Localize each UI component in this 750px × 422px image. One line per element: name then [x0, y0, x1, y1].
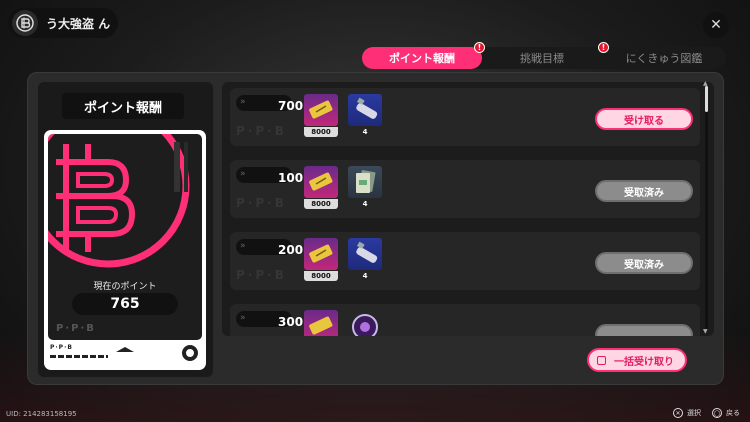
- item-quantity: 8000: [304, 271, 338, 281]
- required-points-value: 100: [278, 171, 304, 185]
- claim-all-label: 一括受け取り: [614, 356, 674, 368]
- ring-icon: [182, 345, 198, 361]
- tab-label: にくきゅう図鑑: [625, 52, 703, 65]
- item-quantity: 4: [362, 128, 368, 136]
- claimed-button[interactable]: 受取済み: [595, 252, 693, 274]
- uid-text: UID: 214283158195: [6, 410, 77, 418]
- points-reward-heading: ポイント報酬: [62, 93, 184, 119]
- orb-icon: [348, 310, 382, 336]
- ticket-icon: [304, 94, 338, 126]
- event-title-bar: う大強盗 ん: [8, 8, 118, 38]
- card-watermark: P·P·B: [56, 323, 96, 334]
- reward-item-card-pack[interactable]: 4: [348, 166, 382, 208]
- tube-icon: [348, 238, 382, 270]
- reward-list[interactable]: P·P·B » 700 8000 4 受け取る P·P·B » 100 8000…: [222, 82, 714, 336]
- claimed-button[interactable]: [595, 324, 693, 336]
- reward-row: P·P·B » 700 8000 4 受け取る: [230, 88, 700, 146]
- tube-icon: [348, 94, 382, 126]
- tab-paw-encyclopedia[interactable]: にくきゅう図鑑 !: [598, 42, 726, 69]
- reward-item-ticket[interactable]: 8000: [304, 94, 338, 137]
- scrollbar[interactable]: [705, 86, 708, 330]
- back-label: 戻る: [726, 409, 740, 417]
- back-hint[interactable]: ◯ 戻る: [712, 408, 740, 418]
- current-points-label: 現在のポイント: [93, 282, 157, 292]
- event-title: う大強盗 ん: [46, 16, 111, 31]
- claim-all-button[interactable]: 一括受け取り: [587, 348, 687, 372]
- required-points-value: 200: [278, 243, 304, 257]
- current-points-value: 765: [72, 293, 178, 315]
- tab-point-rewards[interactable]: ポイント報酬 !: [362, 42, 485, 69]
- row-watermark: P·P·B: [236, 268, 287, 282]
- ticket-icon: [304, 310, 338, 336]
- barcode-decoration: [50, 355, 108, 358]
- reward-item-ticket[interactable]: 8000: [304, 166, 338, 209]
- close-icon: ✕: [710, 17, 722, 33]
- reward-row: P·P·B » 200 8000 4 受取済み: [230, 232, 700, 290]
- reward-row: P·P·B » 100 8000 4 受取済み: [230, 160, 700, 218]
- card-footer: P·P·B: [50, 343, 200, 365]
- required-points: » 300: [236, 311, 303, 329]
- reward-item-tube[interactable]: 4: [348, 238, 382, 280]
- required-points: » 700: [236, 95, 303, 113]
- reward-row: » 300: [230, 304, 700, 336]
- gift-box-icon: [597, 356, 606, 365]
- item-quantity: 4: [362, 272, 368, 280]
- card-pack-icon: [348, 166, 382, 198]
- select-hint[interactable]: ✕ 選択: [673, 408, 701, 418]
- ticket-icon: [304, 238, 338, 270]
- required-points-value: 300: [278, 315, 304, 329]
- tab-challenge-goals[interactable]: 挑戦目標: [482, 47, 602, 69]
- select-label: 選択: [687, 409, 701, 417]
- card-art: 現在のポイント 765 P·P·B: [48, 134, 202, 340]
- required-points: » 100: [236, 167, 303, 185]
- required-points-value: 700: [278, 99, 304, 113]
- chevrons-icon: »: [240, 241, 246, 251]
- tab-label: ポイント報酬: [389, 52, 455, 65]
- required-points: » 200: [236, 239, 303, 257]
- chevrons-icon: »: [240, 97, 246, 107]
- item-quantity: 8000: [304, 127, 338, 137]
- points-card: 現在のポイント 765 P·P·B P·P·B: [44, 130, 206, 370]
- notification-badge: !: [598, 42, 609, 53]
- chevrons-icon: »: [240, 313, 246, 323]
- reward-item-tube[interactable]: 4: [348, 94, 382, 136]
- close-button[interactable]: ✕: [703, 12, 729, 38]
- row-watermark: P·P·B: [236, 196, 287, 210]
- reward-item-ticket[interactable]: 8000: [304, 238, 338, 281]
- ppb-logo-icon: [12, 10, 38, 36]
- scroll-down-icon[interactable]: ▼: [703, 328, 708, 335]
- circle-button-icon: ◯: [712, 408, 722, 418]
- triangle-icon: [116, 347, 134, 352]
- reward-item-ticket[interactable]: [304, 310, 338, 336]
- tab-label: 挑戦目標: [520, 52, 564, 65]
- item-quantity: 4: [362, 200, 368, 208]
- scrollbar-thumb[interactable]: [705, 86, 708, 112]
- cross-button-icon: ✕: [673, 408, 683, 418]
- ticket-icon: [304, 166, 338, 198]
- chevrons-icon: »: [240, 169, 246, 179]
- reward-item-orb[interactable]: [348, 310, 382, 336]
- claim-button[interactable]: 受け取る: [595, 108, 693, 130]
- tab-bar: ポイント報酬 ! 挑戦目標 にくきゅう図鑑 !: [362, 42, 726, 69]
- card-footer-text: P·P·B: [50, 344, 73, 351]
- row-watermark: P·P·B: [236, 124, 287, 138]
- claimed-button[interactable]: 受取済み: [595, 180, 693, 202]
- item-quantity: 8000: [304, 199, 338, 209]
